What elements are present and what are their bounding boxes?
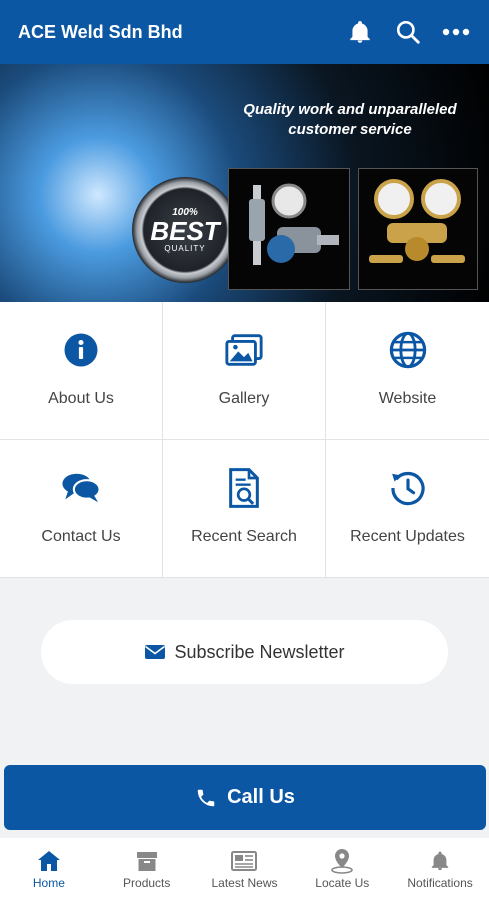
more-button[interactable]	[441, 17, 471, 47]
newspaper-icon	[231, 848, 258, 874]
gallery-icon	[225, 334, 263, 366]
menu-label: Gallery	[218, 390, 270, 407]
nav-latest-news[interactable]: Latest News	[196, 838, 294, 900]
hero-banner: Quality work and unparalleled customer s…	[0, 64, 489, 302]
badge-line2: BEST	[150, 216, 220, 246]
bottom-navigation: Home Products Latest News Locate Us Noti…	[0, 838, 489, 900]
badge-line3: QUALITY	[164, 244, 206, 253]
globe-icon	[389, 331, 426, 369]
notifications-button[interactable]	[345, 17, 375, 47]
nav-products[interactable]: Products	[98, 838, 196, 900]
call-us-label: Call Us	[227, 786, 295, 808]
nav-locate-us[interactable]: Locate Us	[293, 838, 391, 900]
menu-label: Recent Search	[191, 528, 297, 545]
subscribe-label: Subscribe Newsletter	[174, 641, 345, 662]
nav-label: Home	[32, 876, 65, 890]
regulator-image	[228, 168, 350, 290]
best-quality-badge: 100% BEST QUALITY	[132, 177, 238, 283]
nav-label: Notifications	[407, 876, 473, 890]
nav-label: Locate Us	[315, 876, 370, 890]
history-icon	[390, 471, 425, 506]
menu-item-website[interactable]: Website	[326, 302, 489, 440]
gauge-set-image	[358, 168, 478, 290]
app-bar: ACE Weld Sdn Bhd	[0, 0, 489, 64]
menu-grid: About Us Gallery Website Contact Us Rece…	[0, 302, 489, 578]
menu-item-recent-search[interactable]: Recent Search	[163, 440, 326, 578]
bell-icon	[429, 848, 451, 874]
chat-icon	[62, 473, 101, 503]
envelope-icon	[144, 643, 166, 661]
location-pin-icon	[329, 848, 355, 874]
nav-notifications[interactable]: Notifications	[391, 838, 489, 900]
menu-item-about-us[interactable]: About Us	[0, 302, 163, 440]
bell-icon	[350, 20, 370, 43]
menu-item-gallery[interactable]: Gallery	[163, 302, 326, 440]
menu-label: Contact Us	[41, 528, 121, 545]
search-button[interactable]	[393, 17, 423, 47]
nav-label: Latest News	[211, 876, 278, 890]
nav-label: Products	[123, 876, 171, 890]
banner-tagline: Quality work and unparalleled customer s…	[243, 101, 457, 138]
menu-item-recent-updates[interactable]: Recent Updates	[326, 440, 489, 578]
subscribe-newsletter-button[interactable]: Subscribe Newsletter	[41, 620, 448, 684]
app-title: ACE Weld Sdn Bhd	[18, 21, 183, 42]
home-icon	[37, 848, 61, 874]
more-icon	[442, 28, 470, 36]
phone-icon	[195, 786, 217, 810]
nav-home[interactable]: Home	[0, 838, 98, 900]
box-icon	[135, 848, 159, 874]
call-us-button[interactable]: Call Us	[4, 765, 486, 830]
search-icon	[396, 20, 420, 44]
menu-label: Recent Updates	[350, 528, 465, 545]
menu-label: Website	[378, 390, 437, 407]
menu-item-contact-us[interactable]: Contact Us	[0, 440, 163, 578]
menu-label: About Us	[48, 390, 114, 407]
document-search-icon	[229, 468, 259, 508]
info-icon	[64, 333, 98, 367]
